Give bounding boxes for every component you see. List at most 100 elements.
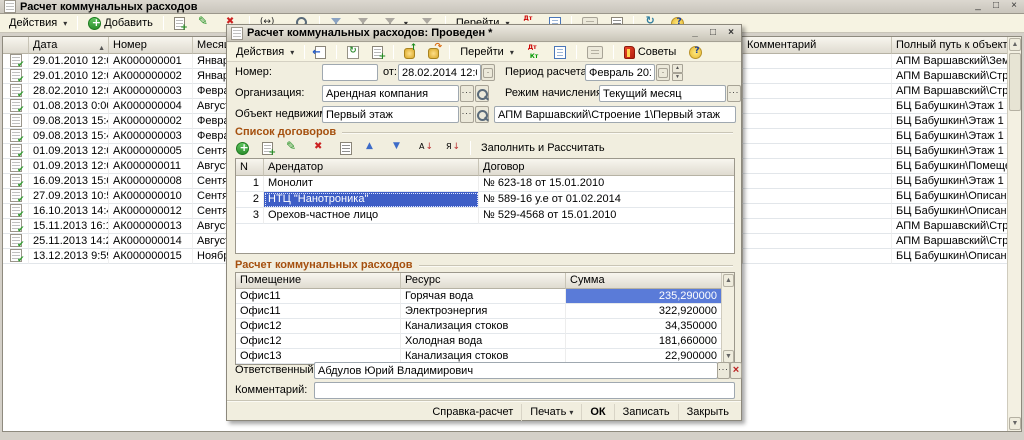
comment-input[interactable] bbox=[314, 382, 735, 399]
object-input[interactable] bbox=[322, 106, 459, 123]
cell-comment[interactable] bbox=[742, 69, 892, 84]
cell-date[interactable]: 13.12.2013 9:59:02 bbox=[29, 249, 109, 264]
cell-date[interactable]: 16.10.2013 14:42:34 bbox=[29, 204, 109, 219]
edit-button[interactable] bbox=[193, 14, 217, 32]
dialog-minimize-icon[interactable]: _ bbox=[689, 28, 701, 39]
cell-n[interactable]: 2 bbox=[236, 192, 264, 208]
help-calc-button[interactable]: Справка-расчет bbox=[424, 404, 521, 420]
cell-path[interactable]: БЦ Бабушкин\Описание р... bbox=[892, 204, 1008, 219]
dialog-actions-menu-button[interactable]: Действия bbox=[231, 44, 299, 60]
cell-contract[interactable]: № 529-4568 от 15.01.2010 bbox=[479, 208, 734, 224]
tips-button[interactable]: Советы bbox=[619, 44, 681, 61]
cell-comment[interactable] bbox=[742, 174, 892, 189]
cell-comment[interactable] bbox=[742, 219, 892, 234]
cell-number[interactable]: АК000000003 bbox=[109, 129, 193, 144]
status-column-header[interactable] bbox=[3, 37, 29, 54]
cell-comment[interactable] bbox=[742, 204, 892, 219]
cell-date[interactable]: 28.02.2010 12:00:00 bbox=[29, 84, 109, 99]
responsible-ellipsis-button[interactable] bbox=[717, 362, 730, 379]
cell-path[interactable]: БЦ Бабушкин\Описание р... bbox=[892, 189, 1008, 204]
cell-resource[interactable]: Горячая вода bbox=[401, 289, 566, 304]
scroll-down-icon[interactable]: ▼ bbox=[1009, 417, 1021, 430]
path-column-header[interactable]: Полный путь к объекту bbox=[892, 37, 1008, 54]
contracts-add-button[interactable] bbox=[231, 140, 254, 157]
cell-comment[interactable] bbox=[742, 129, 892, 144]
mode-input[interactable] bbox=[599, 85, 726, 102]
cell-date[interactable]: 01.09.2013 12:00:01 bbox=[29, 159, 109, 174]
date-input[interactable] bbox=[398, 64, 481, 81]
cell-number[interactable]: АК000000010 bbox=[109, 189, 193, 204]
amount-column-header[interactable]: Сумма bbox=[566, 273, 721, 289]
responsible-input[interactable] bbox=[314, 362, 718, 379]
cell-number[interactable]: АК000000008 bbox=[109, 174, 193, 189]
cell-number[interactable]: АК000000012 bbox=[109, 204, 193, 219]
scroll-up-icon[interactable]: ▲ bbox=[723, 274, 734, 287]
cell-path[interactable]: БЦ Бабушкин\Описание р... bbox=[892, 249, 1008, 264]
cell-number[interactable]: АК000000005 bbox=[109, 144, 193, 159]
cell-path[interactable]: БЦ Бабушкин\Этаж 1 bbox=[892, 174, 1008, 189]
contracts-copy-button[interactable] bbox=[257, 140, 278, 157]
mode-ellipsis-button[interactable] bbox=[727, 85, 741, 102]
object-ellipsis-button[interactable] bbox=[460, 106, 474, 123]
cell-room[interactable]: Офис11 bbox=[236, 289, 401, 304]
cell-contract[interactable]: № 623-18 от 15.01.2010 bbox=[479, 176, 734, 192]
cell-date[interactable]: 29.01.2010 12:00:01 bbox=[29, 69, 109, 84]
cell-comment[interactable] bbox=[742, 234, 892, 249]
copy-button[interactable] bbox=[169, 15, 190, 32]
date-calendar-button[interactable] bbox=[481, 64, 495, 81]
calc-row[interactable]: Офис12 Холодная вода 181,660000 bbox=[236, 334, 734, 349]
cell-path[interactable]: АПМ Варшавский\Строен... bbox=[892, 84, 1008, 99]
restore-icon[interactable]: □ bbox=[990, 1, 1002, 12]
cell-number[interactable]: АК000000014 bbox=[109, 234, 193, 249]
spin-down-icon[interactable]: ▼ bbox=[672, 73, 683, 82]
dialog-help-button[interactable] bbox=[684, 44, 707, 61]
dialog-goto-menu-button[interactable]: Перейти bbox=[455, 44, 519, 60]
tenant-column-header[interactable]: Арендатор bbox=[264, 159, 479, 176]
cell-comment[interactable] bbox=[742, 99, 892, 114]
resource-column-header[interactable]: Ресурс bbox=[401, 273, 566, 289]
cell-number[interactable]: АК000000011 bbox=[109, 159, 193, 174]
cell-date[interactable]: 29.01.2010 12:00:00 bbox=[29, 54, 109, 69]
dialog-dtkt-button[interactable] bbox=[522, 43, 546, 61]
cell-path[interactable]: БЦ Бабушкин\Этаж 1 bbox=[892, 144, 1008, 159]
move-down-button[interactable] bbox=[387, 139, 411, 157]
sort-asc-button[interactable] bbox=[414, 139, 438, 157]
dialog-list-settings-button[interactable] bbox=[582, 44, 608, 61]
cell-comment[interactable] bbox=[742, 144, 892, 159]
cell-amount-selected[interactable]: 235,290000 bbox=[566, 289, 721, 304]
calc-row[interactable]: Офис11 Горячая вода 235,290000 bbox=[236, 289, 734, 304]
cell-date[interactable]: 27.09.2013 10:53:11 bbox=[29, 189, 109, 204]
cell-number[interactable]: АК000000004 bbox=[109, 99, 193, 114]
post-document-button[interactable] bbox=[310, 44, 331, 61]
n-column-header[interactable]: N bbox=[236, 159, 264, 176]
close-button[interactable]: Закрыть bbox=[678, 404, 737, 420]
contracts-delete-button[interactable] bbox=[308, 139, 332, 157]
date-column-header[interactable]: Дата▲ bbox=[29, 37, 109, 54]
copy-document-button[interactable] bbox=[367, 44, 388, 61]
contracts-end-edit-button[interactable] bbox=[335, 140, 357, 157]
organization-input[interactable] bbox=[322, 85, 459, 102]
close-icon[interactable]: × bbox=[1008, 1, 1020, 12]
cell-path[interactable]: АПМ Варшавский\Строен... bbox=[892, 234, 1008, 249]
calc-scrollbar[interactable]: ▲ ▼ bbox=[721, 273, 734, 364]
dialog-titlebar[interactable]: Расчет коммунальных расходов: Проведен *… bbox=[227, 25, 741, 42]
calc-row[interactable]: Офис11 Электроэнергия 322,920000 bbox=[236, 304, 734, 319]
sort-desc-button[interactable] bbox=[441, 139, 465, 157]
fill-and-calculate-button[interactable]: Заполнить и Рассчитать bbox=[476, 140, 610, 156]
cell-number[interactable]: АК000000002 bbox=[109, 114, 193, 129]
scrollbar-thumb[interactable] bbox=[1009, 53, 1021, 111]
cell-path[interactable]: БЦ Бабушкин\Этаж 1 bbox=[892, 114, 1008, 129]
vertical-scrollbar[interactable]: ▲ ▼ bbox=[1007, 37, 1021, 431]
cell-n[interactable]: 3 bbox=[236, 208, 264, 224]
cell-path[interactable]: АПМ Варшавский\Земель... bbox=[892, 54, 1008, 69]
reread-button[interactable] bbox=[342, 44, 364, 61]
contract-column-header[interactable]: Договор bbox=[479, 159, 734, 176]
cell-number[interactable]: АК000000003 bbox=[109, 84, 193, 99]
cell-date[interactable]: 15.11.2013 16:13:29 bbox=[29, 219, 109, 234]
cell-number[interactable]: АК000000001 bbox=[109, 54, 193, 69]
scroll-up-icon[interactable]: ▲ bbox=[1009, 38, 1021, 51]
cell-comment[interactable] bbox=[742, 114, 892, 129]
cell-room[interactable]: Офис11 bbox=[236, 304, 401, 319]
spin-up-icon[interactable]: ▲ bbox=[672, 64, 683, 73]
cell-path[interactable]: АПМ Варшавский\Строен... bbox=[892, 219, 1008, 234]
